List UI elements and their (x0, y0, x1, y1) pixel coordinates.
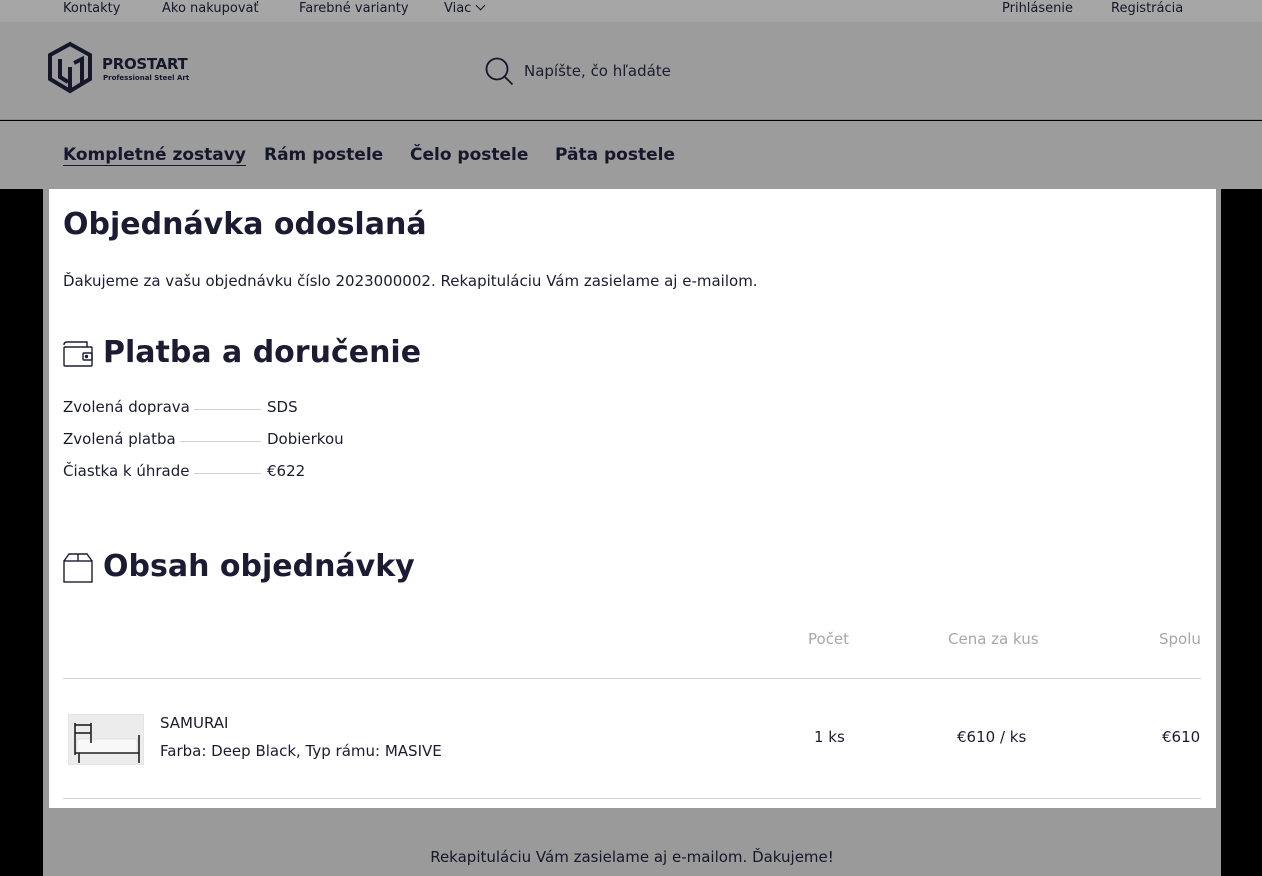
order-confirmation-panel: Objednávka odoslaná Ďakujeme za vašu obj… (49, 189, 1216, 808)
link-kontakty[interactable]: Kontakty (63, 1, 120, 16)
table-divider (63, 678, 1201, 679)
col-header-unit-price: Cena za kus (948, 630, 1039, 648)
search-input[interactable] (524, 58, 824, 84)
register-link[interactable]: Registrácia (1111, 1, 1183, 16)
col-header-total: Spolu (1159, 630, 1201, 648)
search-bar (484, 54, 844, 88)
product-unit-price: €610 / ks (957, 728, 1027, 746)
payment-method-row: Zvolená platba Dobierkou (63, 430, 463, 452)
more-menu[interactable]: Viac (444, 0, 486, 16)
amount-due-label: Čiastka k úhrade (63, 462, 194, 480)
page-gutter-right (1216, 189, 1221, 876)
product-name[interactable]: SAMURAI (160, 714, 228, 732)
payment-heading: Platba a doručenie (103, 335, 422, 370)
modal-backdrop-left (0, 189, 43, 876)
logo[interactable]: PROSTART Professional Steel Art (46, 41, 190, 95)
link-ako-nakupovat[interactable]: Ako nakupovať (162, 1, 259, 16)
wallet-icon (63, 341, 93, 367)
product-qty: 1 ks (814, 728, 845, 746)
footer-area: Rekapituláciu Vám zasielame aj e-mailom.… (43, 808, 1221, 876)
page-title: Objednávka odoslaná (63, 207, 427, 242)
shipping-row: Zvolená doprava SDS (63, 398, 463, 420)
logo-mark-icon (48, 41, 92, 94)
confirmation-message: Ďakujeme za vašu objednávku číslo 202300… (63, 272, 758, 290)
chevron-down-icon (475, 0, 486, 11)
amount-due-value: €622 (267, 462, 306, 480)
more-menu-label: Viac (444, 1, 472, 16)
search-icon[interactable] (484, 56, 514, 86)
login-link[interactable]: Prihlásenie (1002, 1, 1073, 16)
logo-tagline: Professional Steel Art (103, 74, 190, 82)
product-thumbnail[interactable] (68, 714, 144, 765)
footer-message: Rekapituláciu Vám zasielame aj e-mailom.… (430, 848, 834, 866)
table-divider (63, 798, 1201, 799)
payment-method-label: Zvolená platba (63, 430, 180, 448)
col-header-qty: Počet (808, 630, 850, 648)
order-contents-heading: Obsah objednávky (103, 549, 415, 584)
product-attributes: Farba: Deep Black, Typ rámu: MASIVE (160, 742, 442, 760)
modal-backdrop-right (1221, 189, 1262, 876)
logo-name: PROSTART (102, 55, 188, 73)
amount-due-row: Čiastka k úhrade €622 (63, 462, 463, 484)
package-icon (63, 553, 93, 583)
nav-kompletne-zostavy[interactable]: Kompletné zostavy (63, 145, 246, 165)
nav-celo-postele[interactable]: Čelo postele (410, 145, 528, 165)
link-farebne-varianty[interactable]: Farebné varianty (299, 1, 409, 16)
site-header: PROSTART Professional Steel Art (0, 22, 1262, 120)
bed-image-icon (69, 715, 143, 764)
nav-ram-postele[interactable]: Rám postele (264, 145, 383, 165)
shipping-value: SDS (267, 398, 298, 416)
shipping-label: Zvolená doprava (63, 398, 194, 416)
nav-pata-postele[interactable]: Päta postele (555, 145, 675, 165)
category-nav: Kompletné zostavy Rám postele Čelo poste… (0, 121, 1262, 189)
top-bar: Kontakty Ako nakupovať Farebné varianty … (0, 0, 1262, 22)
payment-method-value: Dobierkou (267, 430, 344, 448)
product-total: €610 (1162, 728, 1201, 746)
